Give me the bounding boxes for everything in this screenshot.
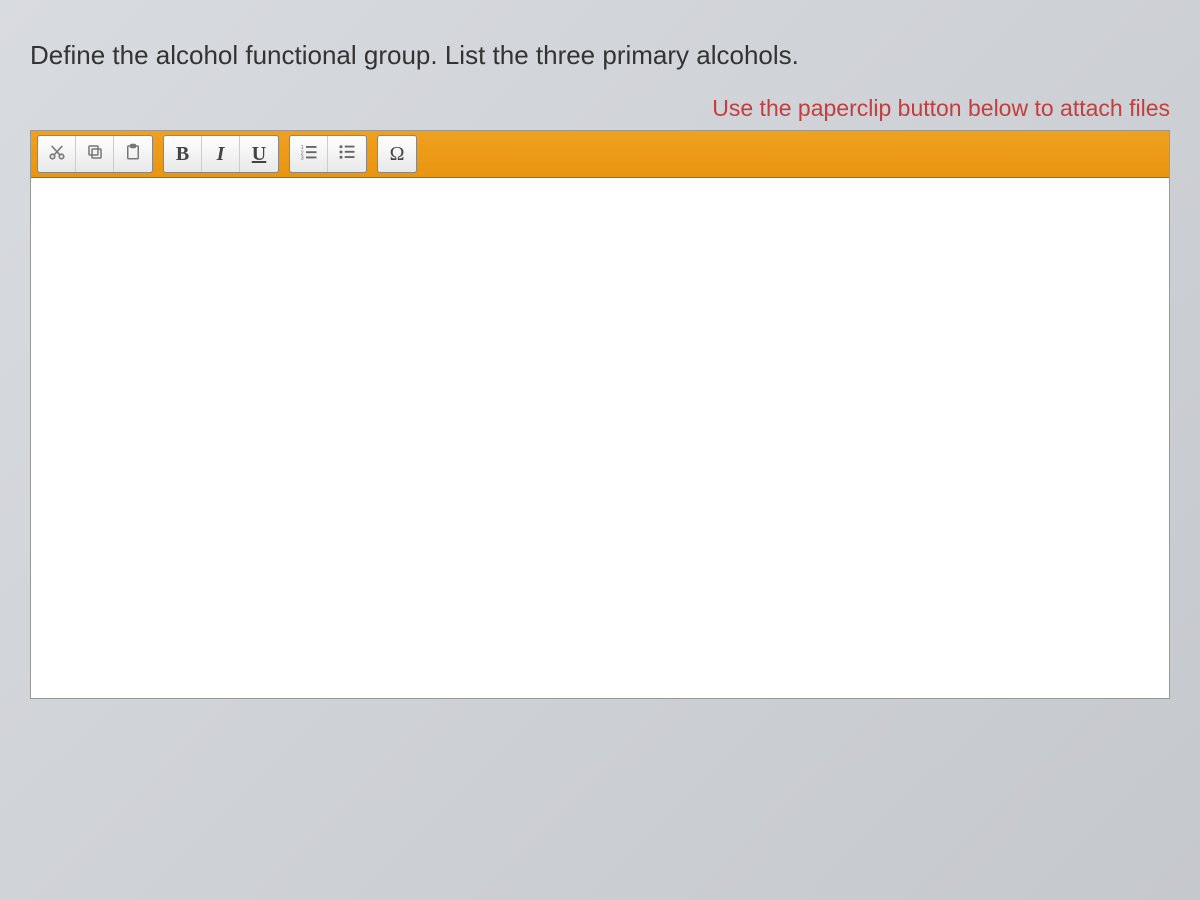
numbered-list-icon: 1 2 3 [300, 143, 318, 166]
question-prompt: Define the alcohol functional group. Lis… [30, 40, 1170, 71]
editor-textarea[interactable] [31, 178, 1169, 698]
paste-button[interactable] [114, 136, 152, 172]
italic-button[interactable]: I [202, 136, 240, 172]
cut-button[interactable] [38, 136, 76, 172]
editor-toolbar: B I U 1 2 3 [31, 131, 1169, 178]
copy-icon [86, 143, 104, 166]
paste-icon [124, 143, 142, 166]
list-group: 1 2 3 [289, 135, 367, 173]
bold-button[interactable]: B [164, 136, 202, 172]
numbered-list-button[interactable]: 1 2 3 [290, 136, 328, 172]
attach-instruction: Use the paperclip button below to attach… [30, 95, 1170, 122]
bullet-list-button[interactable] [328, 136, 366, 172]
underline-button[interactable]: U [240, 136, 278, 172]
cut-icon [48, 143, 66, 166]
special-char-button[interactable]: Ω [378, 136, 416, 172]
rich-text-editor: B I U 1 2 3 [30, 130, 1170, 699]
clipboard-group [37, 135, 153, 173]
underline-icon: U [252, 143, 266, 166]
copy-button[interactable] [76, 136, 114, 172]
symbol-group: Ω [377, 135, 417, 173]
bullet-list-icon [338, 143, 356, 166]
format-group: B I U [163, 135, 279, 173]
italic-icon: I [217, 143, 225, 166]
svg-text:3: 3 [300, 155, 303, 161]
bold-icon: B [176, 143, 189, 166]
omega-icon: Ω [390, 143, 405, 166]
